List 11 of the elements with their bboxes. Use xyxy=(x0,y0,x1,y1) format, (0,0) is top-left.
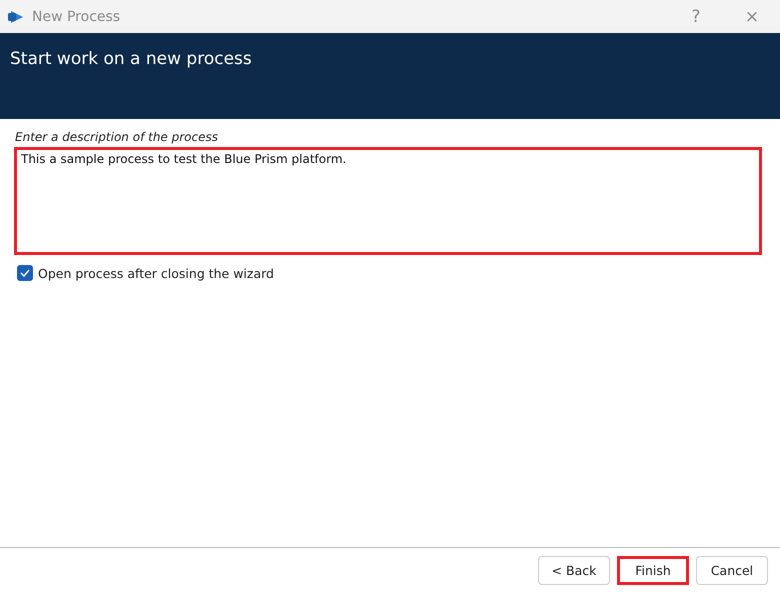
checkbox-label: Open process after closing the wizard xyxy=(38,266,274,280)
wizard-button[interactable]: Cancel xyxy=(696,556,768,585)
wizard-button[interactable]: Finish xyxy=(617,556,689,585)
wizard-heading: Start work on a new process xyxy=(10,49,252,69)
description-label: Enter a description of the process xyxy=(15,130,219,144)
open-process-checkbox[interactable] xyxy=(17,265,33,281)
window-title: New Process xyxy=(32,8,122,24)
app-logo-icon xyxy=(8,10,24,24)
checkmark-icon xyxy=(20,269,30,277)
description-field[interactable]: This a sample process to test the Blue Prism platform. xyxy=(14,147,762,255)
wizard-button[interactable]: < Back xyxy=(538,556,610,585)
